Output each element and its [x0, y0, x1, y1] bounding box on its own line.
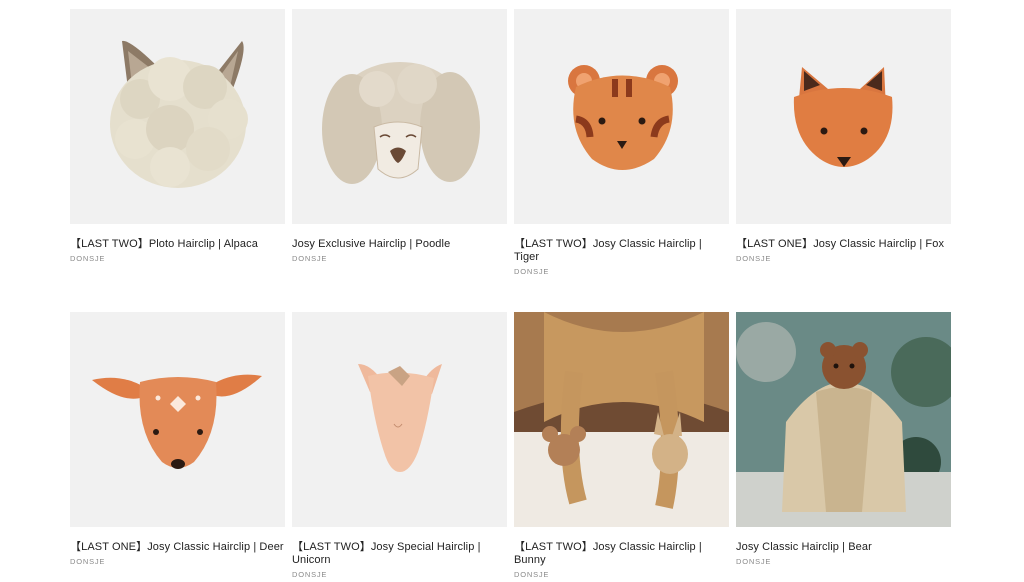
product-image-deer[interactable]	[70, 312, 285, 527]
product-image-tiger[interactable]	[514, 9, 729, 224]
product-title[interactable]: 【LAST TWO】Josy Special Hairclip | Unicor…	[292, 541, 507, 567]
product-card[interactable]: 【LAST ONE】Josy Classic Hairclip | Fox DO…	[736, 9, 951, 312]
product-image-braids-photo[interactable]	[514, 312, 729, 527]
product-brand: DONSJE	[514, 570, 550, 579]
product-card[interactable]: 【LAST TWO】Josy Classic Hairclip | Bunny …	[514, 312, 729, 582]
product-title[interactable]: 【LAST TWO】Josy Classic Hairclip | Bunny	[514, 541, 729, 567]
product-title[interactable]: 【LAST TWO】Ploto Hairclip | Alpaca	[70, 238, 285, 251]
product-title[interactable]: Josy Exclusive Hairclip | Poodle	[292, 238, 507, 251]
product-brand: DONSJE	[514, 267, 550, 276]
product-grid: 【LAST TWO】Ploto Hairclip | Alpaca DONSJE…	[70, 9, 951, 582]
product-card[interactable]: 【LAST ONE】Josy Classic Hairclip | Deer D…	[70, 312, 285, 582]
product-card[interactable]: 【LAST TWO】Josy Classic Hairclip | Tiger …	[514, 9, 729, 312]
product-title[interactable]: 【LAST TWO】Josy Classic Hairclip | Tiger	[514, 238, 729, 264]
product-image-alpaca[interactable]	[70, 9, 285, 224]
product-image-fox[interactable]	[736, 9, 951, 224]
product-brand: DONSJE	[70, 557, 106, 566]
product-card[interactable]: 【LAST TWO】Josy Special Hairclip | Unicor…	[292, 312, 507, 582]
product-title[interactable]: 【LAST ONE】Josy Classic Hairclip | Fox	[736, 238, 951, 251]
product-brand: DONSJE	[736, 557, 772, 566]
product-image-unicorn[interactable]	[292, 312, 507, 527]
product-brand: DONSJE	[736, 254, 772, 263]
product-card[interactable]: 【LAST TWO】Ploto Hairclip | Alpaca DONSJE	[70, 9, 285, 312]
product-title[interactable]: Josy Classic Hairclip | Bear	[736, 541, 951, 554]
product-title[interactable]: 【LAST ONE】Josy Classic Hairclip | Deer	[70, 541, 285, 554]
product-image-ponytail-photo[interactable]	[736, 312, 951, 527]
product-brand: DONSJE	[70, 254, 106, 263]
product-brand: DONSJE	[292, 254, 328, 263]
product-card[interactable]: Josy Exclusive Hairclip | Poodle DONSJE	[292, 9, 507, 312]
product-image-poodle[interactable]	[292, 9, 507, 224]
product-brand: DONSJE	[292, 570, 328, 579]
product-card[interactable]: Josy Classic Hairclip | Bear DONSJE	[736, 312, 951, 582]
